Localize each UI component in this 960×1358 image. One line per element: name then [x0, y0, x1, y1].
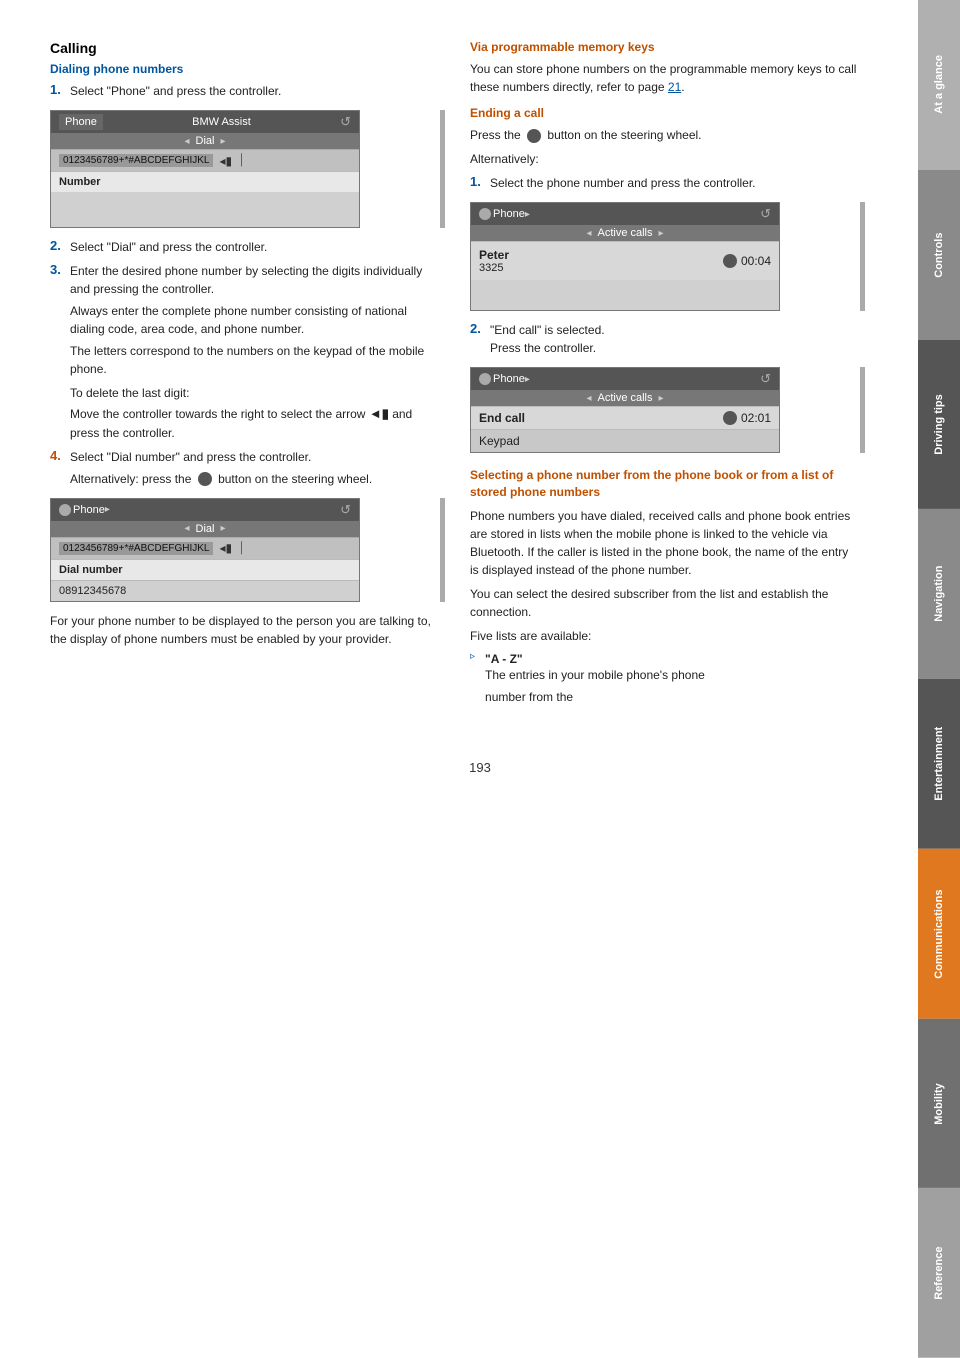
screen2-back-icon: ◂▮	[219, 541, 232, 555]
page-number: 193	[0, 760, 960, 775]
ending-step2b-text: Press the controller.	[490, 339, 605, 357]
ending-title: Ending a call	[470, 106, 860, 120]
call1-time: 00:04	[741, 254, 771, 268]
chevron-right-2-icon: ▸	[105, 504, 110, 515]
screen1-phone-tab: Phone	[59, 114, 103, 130]
step3-part3: The letters correspond to the numbers on…	[70, 342, 440, 378]
sidebar-tab-driving-tips[interactable]: Driving tips	[918, 340, 960, 510]
call2-refresh-icon: ↺	[760, 371, 771, 387]
footer-text: For your phone number to be displayed to…	[50, 612, 440, 648]
ending-step-2: 2. "End call" is selected. Press the con…	[470, 321, 860, 357]
screen1-empty	[51, 192, 359, 227]
call1-phone-status-icon	[723, 254, 737, 268]
phone-button-icon	[198, 472, 212, 486]
list-az-text: The entries in your mobile phone's phone	[485, 666, 705, 684]
list-az-title: "A - Z"	[485, 652, 523, 666]
steering-phone-icon	[527, 129, 541, 143]
screen1-bmw-tab: BMW Assist	[192, 116, 251, 128]
chevron-left-icon: ◂	[184, 136, 189, 147]
screen2-number: 08912345678	[59, 585, 126, 597]
call2-time: 02:01	[741, 411, 771, 425]
via-text: You can store phone numbers on the progr…	[470, 60, 860, 96]
call2-phone-label: Phone	[493, 373, 525, 385]
step3-delete-title: To delete the last digit:	[70, 384, 440, 402]
sidebar-tab-communications[interactable]: Communications	[918, 849, 960, 1019]
selecting-p1: Phone numbers you have dialed, received …	[470, 507, 860, 579]
main-content: Calling Dialing phone numbers 1. Select …	[0, 0, 918, 740]
call1-active-label: Active calls	[597, 227, 652, 239]
screen1-enter-icon: ⏐	[238, 153, 245, 168]
screen1-back-icon: ◂▮	[219, 154, 232, 168]
subsection-dialing: Dialing phone numbers	[50, 62, 440, 76]
call2-phone-icon	[723, 411, 737, 425]
call1-phone-label: Phone	[493, 208, 525, 220]
step4-text: Select "Dial number" and press the contr…	[70, 448, 372, 466]
call2-end-call: End call	[479, 411, 525, 425]
screen2-side-strip	[440, 498, 445, 602]
call-screen-2: Phone ▸ ↺ ◂ Active calls ▸ End call 02:0…	[470, 367, 860, 453]
screen2-phone-icon	[59, 503, 73, 515]
selecting-p2: You can select the desired subscriber fr…	[470, 585, 860, 621]
call2-keypad: Keypad	[479, 434, 520, 448]
call2-side-strip	[860, 367, 865, 453]
screen-mockup-1: Phone BMW Assist ↺ ◂ Dial ▸ 0123456789+*…	[50, 110, 440, 228]
selecting-title: Selecting a phone number from the phone …	[470, 467, 860, 501]
screen2-enter-icon: ⏐	[238, 541, 245, 556]
via-page-link[interactable]: 21	[668, 80, 681, 94]
step-2: 2. Select "Dial" and press the controlle…	[50, 238, 440, 256]
step3-part1: Enter the desired phone number by select…	[70, 262, 440, 298]
screen-mockup-2: Phone ▸ ↺ ◂ Dial ▸ 0123456789+*#ABCDEFGH…	[50, 498, 440, 602]
screen2-phone-tab: Phone	[73, 504, 105, 516]
screen2-dial-number-label: Dial number	[59, 564, 123, 576]
sidebar: At a glance Controls Driving tips Naviga…	[918, 0, 960, 1358]
call-screen-1: Phone ▸ ↺ ◂ Active calls ▸ Peter 3325	[470, 202, 860, 311]
ending-step1-text: Press the button on the steering wheel.	[470, 126, 860, 144]
screen2-refresh-icon: ↺	[340, 502, 351, 518]
call1-phone-icon-left	[479, 208, 493, 220]
arrow-back-icon: ◄▮	[369, 406, 389, 421]
step3-delete: Move the controller towards the right to…	[70, 404, 440, 442]
step3-part2: Always enter the complete phone number c…	[70, 302, 440, 338]
chevron-right-icon: ▸	[220, 136, 225, 147]
sidebar-tab-reference[interactable]: Reference	[918, 1188, 960, 1358]
screen2-dial: Dial	[196, 523, 215, 535]
call1-number: 3325	[479, 262, 509, 274]
ending-step-1b: 1. Select the phone number and press the…	[470, 174, 860, 192]
sidebar-tab-navigation[interactable]: Navigation	[918, 509, 960, 679]
left-column: Calling Dialing phone numbers 1. Select …	[50, 40, 440, 710]
screen2-input-text: 0123456789+*#ABCDEFGHIJKL	[59, 542, 213, 555]
sidebar-tab-controls[interactable]: Controls	[918, 170, 960, 340]
right-column: Via programmable memory keys You can sto…	[470, 40, 860, 710]
ending-alt: Alternatively:	[470, 150, 860, 168]
sidebar-tab-at-a-glance[interactable]: At a glance	[918, 0, 960, 170]
via-title: Via programmable memory keys	[470, 40, 860, 54]
call1-side-strip	[860, 202, 865, 311]
list-az-text2: number from the	[485, 688, 705, 706]
step4-alt: Alternatively: press the button on the s…	[70, 470, 372, 488]
screen1-icon: ↺	[340, 114, 351, 130]
call1-empty	[471, 280, 779, 310]
call1-refresh-icon: ↺	[760, 206, 771, 222]
sidebar-tab-entertainment[interactable]: Entertainment	[918, 679, 960, 849]
five-lists: Five lists are available:	[470, 627, 860, 645]
sidebar-tab-mobility[interactable]: Mobility	[918, 1019, 960, 1189]
screen1-input-text: 0123456789+*#ABCDEFGHIJKL	[59, 154, 213, 167]
list-az-arrow-icon: ▹	[470, 651, 475, 662]
screen1-number-label: Number	[59, 176, 101, 188]
screen1-dial: Dial	[196, 135, 215, 147]
step-1: 1. Select "Phone" and press the controll…	[50, 82, 440, 100]
screen1-side-strip	[440, 110, 445, 228]
step-3: 3. Enter the desired phone number by sel…	[50, 262, 440, 442]
section-title: Calling	[50, 40, 440, 56]
ending-step2-text: "End call" is selected.	[490, 321, 605, 339]
step-4: 4. Select "Dial number" and press the co…	[50, 448, 440, 488]
call2-active-label: Active calls	[597, 392, 652, 404]
call1-name: Peter	[479, 248, 509, 262]
